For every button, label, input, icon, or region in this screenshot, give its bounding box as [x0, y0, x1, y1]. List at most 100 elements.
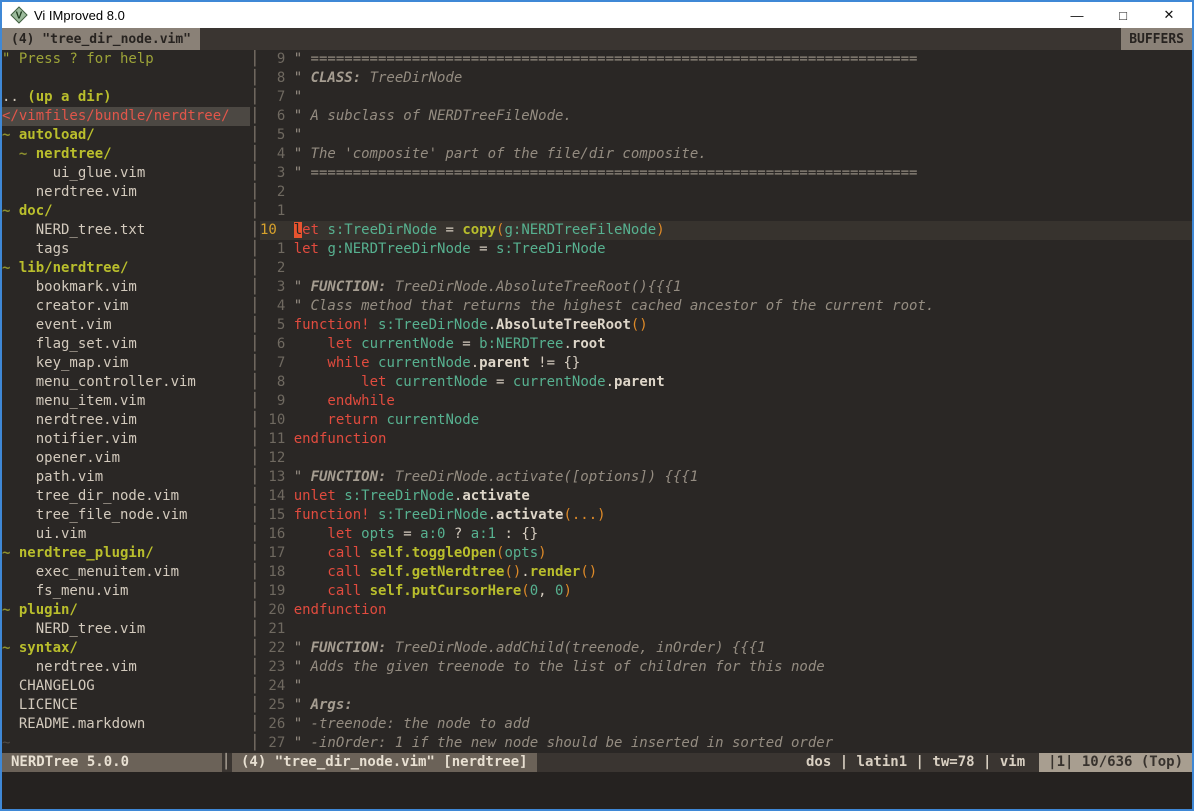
tree-file[interactable]: tree_file_node.vim [2, 506, 250, 525]
tree-dir-nerdtree[interactable]: ~ nerdtree/ [2, 145, 250, 164]
tree-file[interactable]: ui_glue.vim [2, 164, 250, 183]
code-line[interactable]: 7" [260, 88, 1192, 107]
tree-file[interactable]: flag_set.vim [2, 335, 250, 354]
code-line[interactable]: 2 [260, 259, 1192, 278]
code-text: return currentNode [294, 411, 479, 430]
window-title: Vi IMproved 8.0 [34, 8, 125, 23]
tree-file[interactable]: key_map.vim [2, 354, 250, 373]
minimize-icon[interactable]: — [1054, 2, 1100, 28]
tree-file[interactable]: nerdtree.vim [2, 183, 250, 202]
tree-file[interactable]: tree_dir_node.vim [2, 487, 250, 506]
tree-dir-syntax[interactable]: ~ syntax/ [2, 639, 250, 658]
code-line[interactable]: 4" Class method that returns the highest… [260, 297, 1192, 316]
code-line[interactable]: 18 call self.getNerdtree().render() [260, 563, 1192, 582]
code-line[interactable]: 1 let g:NERDTreeDirNode = s:TreeDirNode [260, 240, 1192, 259]
code-line[interactable]: 22" FUNCTION: TreeDirNode.addChild(treen… [260, 639, 1192, 658]
line-number: 4 [260, 297, 285, 316]
code-line[interactable]: 12 [260, 449, 1192, 468]
code-text: " [294, 126, 302, 145]
code-line[interactable]: 3" FUNCTION: TreeDirNode.AbsoluteTreeRoo… [260, 278, 1192, 297]
code-text: " [294, 88, 302, 107]
tree-file[interactable]: ui.vim [2, 525, 250, 544]
code-line[interactable]: 25" Args: [260, 696, 1192, 715]
code-line[interactable]: 5function! s:TreeDirNode.AbsoluteTreeRoo… [260, 316, 1192, 335]
window-separator[interactable]: │ │ │ │ │ │ │ │ │ │ │ │ │ │ │ │ │ │ │ │ … [250, 50, 260, 753]
line-number: 10 [260, 221, 285, 240]
maximize-icon[interactable]: □ [1100, 2, 1146, 28]
line-number: 25 [260, 696, 285, 715]
code-line[interactable]: 6 let currentNode = b:NERDTree.root [260, 335, 1192, 354]
code-line[interactable]: 9" =====================================… [260, 50, 1192, 69]
tree-dir-nerdtree-plugin[interactable]: ~ nerdtree_plugin/ [2, 544, 250, 563]
tree-file[interactable]: exec_menuitem.vim [2, 563, 250, 582]
tree-dir-lib-nerdtree[interactable]: ~ lib/nerdtree/ [2, 259, 250, 278]
code-line[interactable]: 8 let currentNode = currentNode.parent [260, 373, 1192, 392]
tree-file[interactable]: creator.vim [2, 297, 250, 316]
code-text: call self.putCursorHere(0, 0) [294, 582, 572, 601]
tree-file[interactable]: opener.vim [2, 449, 250, 468]
tree-file[interactable]: nerdtree.vim [2, 658, 250, 677]
tree-file[interactable]: menu_item.vim [2, 392, 250, 411]
code-line[interactable]: 27" -inOrder: 1 if the new node should b… [260, 734, 1192, 753]
code-text: function! s:TreeDirNode.activate(...) [294, 506, 606, 525]
tree-file[interactable]: tags [2, 240, 250, 259]
code-line[interactable]: 26" -treenode: the node to add [260, 715, 1192, 734]
code-line[interactable]: 15function! s:TreeDirNode.activate(...) [260, 506, 1192, 525]
code-line[interactable]: 1 [260, 202, 1192, 221]
code-line[interactable]: 13" FUNCTION: TreeDirNode.activate([opti… [260, 468, 1192, 487]
line-number: 1 [260, 240, 285, 259]
code-line[interactable]: 21 [260, 620, 1192, 639]
tree-file[interactable]: CHANGELOG [2, 677, 250, 696]
tree-file[interactable]: NERD_tree.txt [2, 221, 250, 240]
code-line[interactable]: 4" The 'composite' part of the file/dir … [260, 145, 1192, 164]
line-number: 5 [260, 316, 285, 335]
file-format-status: dos | latin1 | tw=78 | vim [806, 753, 1039, 772]
tree-up-dir[interactable]: .. (up a dir) [2, 88, 250, 107]
code-line[interactable]: 23" Adds the given treenode to the list … [260, 658, 1192, 677]
line-number: 21 [260, 620, 285, 639]
tree-file[interactable]: event.vim [2, 316, 250, 335]
code-line[interactable]: 6" A subclass of NERDTreeFileNode. [260, 107, 1192, 126]
code-line[interactable]: 14unlet s:TreeDirNode.activate [260, 487, 1192, 506]
close-icon[interactable]: ✕ [1146, 2, 1192, 28]
tree-nontext: ~ [2, 734, 250, 753]
line-number: 20 [260, 601, 285, 620]
tree-dir-plugin[interactable]: ~ plugin/ [2, 601, 250, 620]
code-line[interactable]: 17 call self.toggleOpen(opts) [260, 544, 1192, 563]
tree-file[interactable]: menu_controller.vim [2, 373, 250, 392]
nerdtree-panel: " Press ? for help .. (up a dir)</vimfile… [2, 50, 250, 753]
code-text: while currentNode.parent != {} [294, 354, 581, 373]
code-line[interactable]: 19 call self.putCursorHere(0, 0) [260, 582, 1192, 601]
code-line[interactable]: 9 endwhile [260, 392, 1192, 411]
tree-dir-doc[interactable]: ~ doc/ [2, 202, 250, 221]
command-line[interactable] [2, 772, 1192, 809]
tree-file[interactable]: README.markdown [2, 715, 250, 734]
tree-dir-autoload[interactable]: ~ autoload/ [2, 126, 250, 145]
tree-file[interactable]: notifier.vim [2, 430, 250, 449]
code-line-current[interactable]: 10let s:TreeDirNode = copy(g:NERDTreeFil… [260, 221, 1192, 240]
code-line[interactable]: 8" CLASS: TreeDirNode [260, 69, 1192, 88]
tree-file[interactable]: nerdtree.vim [2, 411, 250, 430]
code-line[interactable]: 5" [260, 126, 1192, 145]
code-line[interactable]: 10 return currentNode [260, 411, 1192, 430]
tab-current-buffer[interactable]: (4) "tree_dir_node.vim" [2, 28, 200, 50]
tree-root[interactable]: </vimfiles/bundle/nerdtree/ [2, 107, 250, 126]
code-line[interactable]: 7 while currentNode.parent != {} [260, 354, 1192, 373]
code-line[interactable]: 24" [260, 677, 1192, 696]
tree-help-line: " Press ? for help [2, 50, 250, 69]
code-line[interactable]: 16 let opts = a:0 ? a:1 : {} [260, 525, 1192, 544]
line-number: 2 [260, 183, 285, 202]
tree-file[interactable]: bookmark.vim [2, 278, 250, 297]
tree-file[interactable]: NERD_tree.vim [2, 620, 250, 639]
code-line[interactable]: 11endfunction [260, 430, 1192, 449]
code-line[interactable]: 3" =====================================… [260, 164, 1192, 183]
tree-file[interactable]: fs_menu.vim [2, 582, 250, 601]
code-line[interactable]: 20endfunction [260, 601, 1192, 620]
code-text: let g:NERDTreeDirNode = s:TreeDirNode [294, 240, 606, 259]
line-number: 1 [260, 202, 285, 221]
tree-file[interactable]: LICENCE [2, 696, 250, 715]
code-line[interactable]: 2 [260, 183, 1192, 202]
svg-text:V: V [16, 11, 23, 22]
tree-file[interactable]: path.vim [2, 468, 250, 487]
code-text: " CLASS: TreeDirNode [294, 69, 463, 88]
